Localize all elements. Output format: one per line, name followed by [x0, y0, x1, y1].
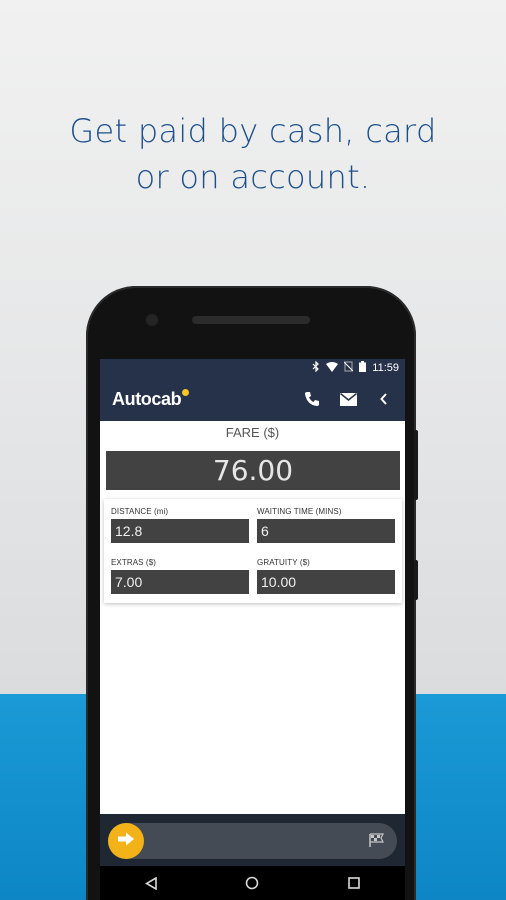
distance-label: DISTANCE (mi)	[111, 507, 169, 516]
gratuity-label: GRATUITY ($)	[257, 558, 310, 567]
autocab-logo: Autocab	[112, 388, 190, 410]
back-chevron-icon[interactable]	[375, 390, 393, 408]
phone-screen: 11:59 Autocab FARE ($) 76.00 DISTANCE (m…	[100, 359, 405, 900]
headline-line-2: or on account.	[135, 158, 371, 196]
fare-display[interactable]: 76.00	[106, 451, 400, 490]
earpiece-speaker	[192, 316, 310, 324]
home-circle-icon[interactable]	[242, 873, 262, 893]
back-triangle-icon[interactable]	[141, 873, 161, 893]
volume-button	[414, 430, 418, 500]
wifi-icon	[326, 361, 339, 375]
headline: Get paid by cash, card or on account.	[0, 108, 506, 200]
extras-label: EXTRAS ($)	[111, 558, 157, 567]
trip-details-card: DISTANCE (mi) 12.8 WAITING TIME (MINS) 6…	[104, 499, 402, 603]
mail-icon[interactable]	[339, 390, 357, 408]
status-time: 11:59	[372, 362, 399, 374]
distance-input[interactable]: 12.8	[111, 519, 249, 543]
gratuity-input[interactable]: 10.00	[257, 570, 395, 594]
arrow-right-icon	[117, 832, 135, 851]
app-bar: Autocab	[100, 377, 405, 421]
logo-dot	[182, 388, 190, 396]
status-bar: 11:59	[100, 359, 405, 377]
battery-icon	[359, 361, 367, 375]
recents-square-icon[interactable]	[344, 873, 364, 893]
phone-icon[interactable]	[303, 390, 321, 408]
waiting-time-input[interactable]: 6	[257, 519, 395, 543]
fare-label: FARE ($)	[225, 425, 280, 440]
extras-input[interactable]: 7.00	[111, 570, 249, 594]
power-button	[414, 560, 418, 600]
logo-text: Autocab	[112, 388, 182, 409]
no-sim-icon	[343, 361, 354, 375]
bottom-action-panel	[100, 814, 405, 866]
bluetooth-icon	[312, 360, 320, 375]
headline-line-1: Get paid by cash, card	[69, 112, 437, 150]
waiting-time-field: WAITING TIME (MINS) 6	[257, 507, 395, 552]
front-camera	[146, 314, 158, 326]
extras-field: EXTRAS ($) 7.00	[111, 558, 249, 603]
checkered-flag-icon	[369, 833, 385, 850]
distance-field: DISTANCE (mi) 12.8	[111, 507, 249, 552]
waiting-time-label: WAITING TIME (MINS)	[257, 507, 342, 516]
slider-knob[interactable]	[108, 823, 144, 859]
system-nav-bar	[100, 866, 405, 900]
complete-job-slider[interactable]	[108, 823, 397, 859]
gratuity-field: GRATUITY ($) 10.00	[257, 558, 395, 603]
